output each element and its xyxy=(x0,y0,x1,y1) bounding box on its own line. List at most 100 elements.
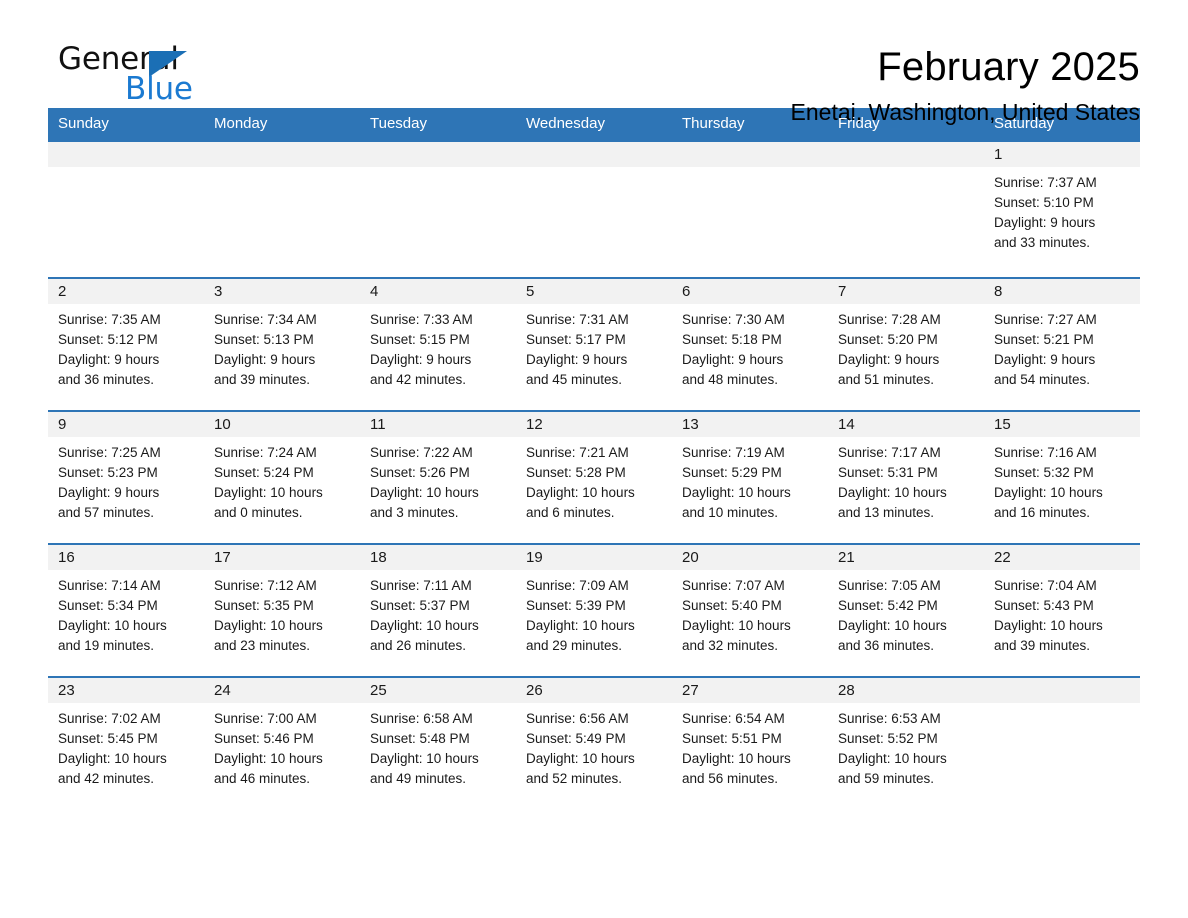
daylight-text-line1: Daylight: 10 hours xyxy=(370,751,479,766)
calendar-day-cell[interactable]: 21 Sunrise: 7:05 AM Sunset: 5:42 PM Dayligh… xyxy=(828,543,984,677)
day-number: 17 xyxy=(204,545,360,570)
calendar-day-cell[interactable]: 23 Sunrise: 7:02 AM Sunset: 5:45 PM Dayligh… xyxy=(48,676,204,810)
sunset-text: Sunset: 5:40 PM xyxy=(682,598,782,613)
daylight-text-line1: Daylight: 10 hours xyxy=(994,485,1103,500)
daylight-text-line1: Daylight: 9 hours xyxy=(58,352,160,367)
calendar-day-cell[interactable]: 12 Sunrise: 7:21 AM Sunset: 5:28 PM Dayligh… xyxy=(516,410,672,544)
day-details: Sunrise: 6:54 AM Sunset: 5:51 PM Daylight:… xyxy=(672,703,828,789)
calendar-day-cell[interactable]: 15 Sunrise: 7:16 AM Sunset: 5:32 PM Dayligh… xyxy=(984,410,1140,544)
day-details: Sunrise: 7:28 AM Sunset: 5:20 PM Daylight:… xyxy=(828,304,984,390)
calendar-day-cell[interactable]: 9 Sunrise: 7:25 AM Sunset: 5:23 PM Daylight… xyxy=(48,410,204,544)
calendar-day-cell[interactable]: 16 Sunrise: 7:14 AM Sunset: 5:34 PM Dayligh… xyxy=(48,543,204,677)
sunrise-text: Sunrise: 7:34 AM xyxy=(214,312,317,327)
calendar-day-cell[interactable]: 17 Sunrise: 7:12 AM Sunset: 5:35 PM Dayligh… xyxy=(204,543,360,677)
daylight-text-line1: Daylight: 9 hours xyxy=(370,352,472,367)
title-block: February 2025 Enetai, Washington, United… xyxy=(791,44,1140,125)
day-number xyxy=(360,142,516,167)
day-number: 27 xyxy=(672,678,828,703)
calendar-empty-cell xyxy=(672,140,828,278)
day-details: Sunrise: 7:27 AM Sunset: 5:21 PM Daylight:… xyxy=(984,304,1140,390)
calendar-empty-cell xyxy=(48,140,204,278)
day-number: 16 xyxy=(48,545,204,570)
daylight-text-line2: and 49 minutes. xyxy=(370,771,467,786)
sunrise-text: Sunrise: 7:14 AM xyxy=(58,578,161,593)
calendar-day-cell[interactable]: 25 Sunrise: 6:58 AM Sunset: 5:48 PM Dayligh… xyxy=(360,676,516,810)
daylight-text-line1: Daylight: 10 hours xyxy=(838,618,947,633)
day-number: 24 xyxy=(204,678,360,703)
daylight-text-line2: and 13 minutes. xyxy=(838,505,935,520)
calendar-day-cell[interactable]: 4 Sunrise: 7:33 AM Sunset: 5:15 PM Daylight… xyxy=(360,277,516,411)
day-details: Sunrise: 7:07 AM Sunset: 5:40 PM Daylight:… xyxy=(672,570,828,656)
calendar-day-cell[interactable]: 2 Sunrise: 7:35 AM Sunset: 5:12 PM Daylight… xyxy=(48,277,204,411)
day-details: Sunrise: 7:25 AM Sunset: 5:23 PM Daylight:… xyxy=(48,437,204,523)
daylight-text-line1: Daylight: 10 hours xyxy=(370,485,479,500)
day-number: 3 xyxy=(204,279,360,304)
sunset-text: Sunset: 5:37 PM xyxy=(370,598,470,613)
calendar-day-cell[interactable]: 1 Sunrise: 7:37 AM Sunset: 5:10 PM Daylight… xyxy=(984,140,1140,278)
weekday-header-wednesday: Wednesday xyxy=(516,108,672,141)
day-number: 22 xyxy=(984,545,1140,570)
calendar-day-cell[interactable]: 7 Sunrise: 7:28 AM Sunset: 5:20 PM Daylight… xyxy=(828,277,984,411)
calendar-empty-cell xyxy=(204,140,360,278)
generalblue-logo[interactable]: General Blue xyxy=(48,44,248,108)
sunrise-text: Sunrise: 7:05 AM xyxy=(838,578,941,593)
daylight-text-line2: and 16 minutes. xyxy=(994,505,1091,520)
calendar-day-cell[interactable]: 3 Sunrise: 7:34 AM Sunset: 5:13 PM Daylight… xyxy=(204,277,360,411)
calendar-day-cell[interactable]: 24 Sunrise: 7:00 AM Sunset: 5:46 PM Dayligh… xyxy=(204,676,360,810)
calendar-week-row: 16 Sunrise: 7:14 AM Sunset: 5:34 PM Dayligh… xyxy=(48,543,1140,677)
day-number: 12 xyxy=(516,412,672,437)
calendar-week-row: 23 Sunrise: 7:02 AM Sunset: 5:45 PM Dayligh… xyxy=(48,676,1140,810)
daylight-text-line2: and 42 minutes. xyxy=(58,771,155,786)
day-number: 18 xyxy=(360,545,516,570)
calendar-day-cell[interactable]: 6 Sunrise: 7:30 AM Sunset: 5:18 PM Daylight… xyxy=(672,277,828,411)
calendar-day-cell[interactable]: 5 Sunrise: 7:31 AM Sunset: 5:17 PM Daylight… xyxy=(516,277,672,411)
day-number: 26 xyxy=(516,678,672,703)
sunset-text: Sunset: 5:26 PM xyxy=(370,465,470,480)
daylight-text-line2: and 0 minutes. xyxy=(214,505,303,520)
calendar-day-cell[interactable]: 27 Sunrise: 6:54 AM Sunset: 5:51 PM Dayligh… xyxy=(672,676,828,810)
day-details: Sunrise: 7:22 AM Sunset: 5:26 PM Daylight:… xyxy=(360,437,516,523)
day-details: Sunrise: 7:04 AM Sunset: 5:43 PM Daylight:… xyxy=(984,570,1140,656)
daylight-text-line2: and 23 minutes. xyxy=(214,638,311,653)
calendar-day-cell[interactable]: 14 Sunrise: 7:17 AM Sunset: 5:31 PM Dayligh… xyxy=(828,410,984,544)
sunset-text: Sunset: 5:48 PM xyxy=(370,731,470,746)
sunset-text: Sunset: 5:31 PM xyxy=(838,465,938,480)
sunrise-text: Sunrise: 7:09 AM xyxy=(526,578,629,593)
calendar-day-cell[interactable]: 26 Sunrise: 6:56 AM Sunset: 5:49 PM Dayligh… xyxy=(516,676,672,810)
calendar-day-cell[interactable]: 20 Sunrise: 7:07 AM Sunset: 5:40 PM Dayligh… xyxy=(672,543,828,677)
day-number xyxy=(48,142,204,167)
day-details: Sunrise: 7:19 AM Sunset: 5:29 PM Daylight:… xyxy=(672,437,828,523)
day-details: Sunrise: 7:35 AM Sunset: 5:12 PM Daylight:… xyxy=(48,304,204,390)
calendar-day-cell[interactable]: 22 Sunrise: 7:04 AM Sunset: 5:43 PM Dayligh… xyxy=(984,543,1140,677)
daylight-text-line2: and 33 minutes. xyxy=(994,235,1091,250)
daylight-text-line2: and 29 minutes. xyxy=(526,638,623,653)
day-details: Sunrise: 7:02 AM Sunset: 5:45 PM Daylight:… xyxy=(48,703,204,789)
calendar-day-cell[interactable]: 8 Sunrise: 7:27 AM Sunset: 5:21 PM Daylight… xyxy=(984,277,1140,411)
sunrise-text: Sunrise: 7:21 AM xyxy=(526,445,629,460)
day-number xyxy=(984,678,1140,703)
day-details: Sunrise: 7:30 AM Sunset: 5:18 PM Daylight:… xyxy=(672,304,828,390)
daylight-text-line1: Daylight: 10 hours xyxy=(682,485,791,500)
day-number: 7 xyxy=(828,279,984,304)
sunset-text: Sunset: 5:52 PM xyxy=(838,731,938,746)
calendar-day-cell[interactable]: 10 Sunrise: 7:24 AM Sunset: 5:24 PM Dayligh… xyxy=(204,410,360,544)
day-number: 11 xyxy=(360,412,516,437)
day-details: Sunrise: 7:33 AM Sunset: 5:15 PM Daylight:… xyxy=(360,304,516,390)
calendar-day-cell[interactable]: 11 Sunrise: 7:22 AM Sunset: 5:26 PM Dayligh… xyxy=(360,410,516,544)
daylight-text-line2: and 57 minutes. xyxy=(58,505,155,520)
day-number: 13 xyxy=(672,412,828,437)
sunrise-text: Sunrise: 7:25 AM xyxy=(58,445,161,460)
logo-text-blue: Blue xyxy=(125,71,193,107)
daylight-text-line2: and 59 minutes. xyxy=(838,771,935,786)
sunrise-text: Sunrise: 7:07 AM xyxy=(682,578,785,593)
sunset-text: Sunset: 5:35 PM xyxy=(214,598,314,613)
sunrise-text: Sunrise: 7:12 AM xyxy=(214,578,317,593)
sunset-text: Sunset: 5:46 PM xyxy=(214,731,314,746)
calendar-day-cell[interactable]: 28 Sunrise: 6:53 AM Sunset: 5:52 PM Dayligh… xyxy=(828,676,984,810)
daylight-text-line1: Daylight: 9 hours xyxy=(58,485,160,500)
calendar-day-cell[interactable]: 18 Sunrise: 7:11 AM Sunset: 5:37 PM Dayligh… xyxy=(360,543,516,677)
calendar-day-cell[interactable]: 13 Sunrise: 7:19 AM Sunset: 5:29 PM Dayligh… xyxy=(672,410,828,544)
sunrise-text: Sunrise: 7:30 AM xyxy=(682,312,785,327)
day-details: Sunrise: 6:53 AM Sunset: 5:52 PM Daylight:… xyxy=(828,703,984,789)
calendar-day-cell[interactable]: 19 Sunrise: 7:09 AM Sunset: 5:39 PM Dayligh… xyxy=(516,543,672,677)
